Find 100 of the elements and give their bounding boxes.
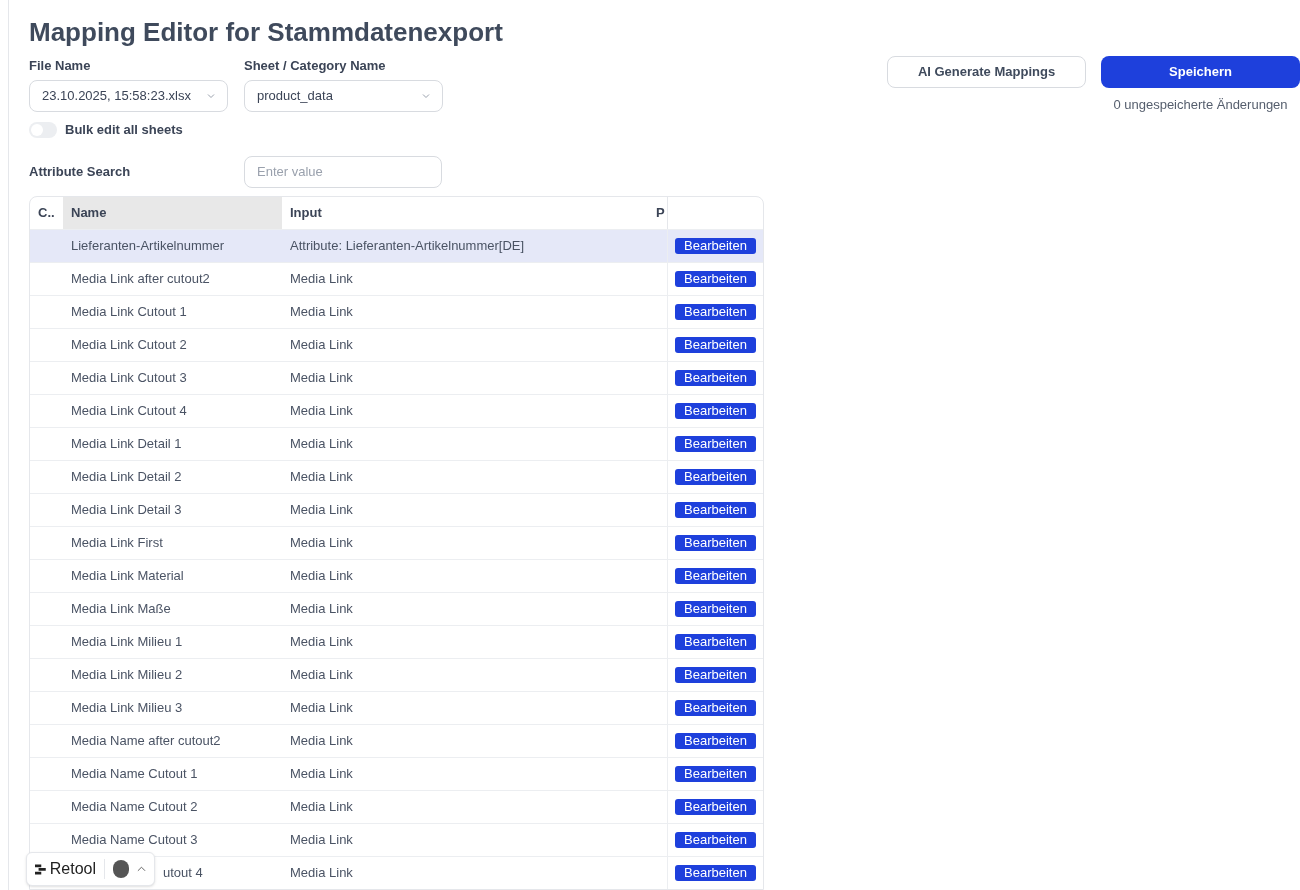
table-cell: Media Link Material	[71, 567, 184, 583]
table-row[interactable]: Media Link Detail 3 Media Link Bearbeiten	[30, 492, 763, 526]
table-cell: Lieferanten-Artikelnummer	[71, 237, 225, 253]
table-cell: Media Link after cutout2	[71, 270, 210, 286]
edit-button[interactable]: Bearbeiten	[675, 633, 756, 650]
table-cell-text: Media Link	[290, 467, 353, 486]
table-row[interactable]: Media Name Cutout 1 Media Link Bearbeiten	[30, 756, 763, 790]
table-cell-text: Media Link	[290, 731, 353, 750]
table-row[interactable]: Media Name Cutout 3 Media Link Bearbeiten	[30, 822, 763, 856]
save-button[interactable]: Speichern	[1101, 56, 1300, 88]
table-cell-text: Media Link	[290, 599, 353, 618]
table-row[interactable]: Media Link Cutout 1 Media Link Bearbeiten	[30, 294, 763, 328]
table-cell-text: Media Link	[290, 632, 353, 651]
search-field[interactable]: Enter value	[244, 155, 442, 188]
table-cell: Media Link Maße	[71, 600, 171, 616]
column-header[interactable]: Name	[63, 196, 282, 229]
column-header[interactable]: Input	[282, 196, 648, 229]
table-row[interactable]: Lieferanten-Artikelnummer Attribute: Lieferanten-Artikelnummer[DE] Bearbeiten	[30, 228, 763, 262]
logo-icon	[35, 863, 46, 875]
edit-button[interactable]: Bearbeiten	[675, 402, 756, 419]
table-cell: Media Name Cutout 3	[71, 831, 198, 847]
table-cell: Media Link Detail 1	[71, 435, 182, 451]
table-row[interactable]: Media Link Milieu 2 Media Link Bearbeiten	[30, 657, 763, 691]
table-cell: Media Link Milieu 2	[71, 666, 183, 682]
edit-button[interactable]: Bearbeiten	[675, 699, 756, 716]
table-row[interactable]: Media Link Cutout 2 Media Link Bearbeiten	[30, 327, 763, 361]
sheet-dropdown[interactable]: product_data	[244, 80, 443, 112]
table-cell: Media Name Cutout 1	[71, 765, 198, 781]
toggle-label: Bulk edit all sheets	[65, 121, 183, 139]
edit-button[interactable]: Bearbeiten	[675, 435, 756, 452]
table-cell: Media Link Cutout 3	[71, 369, 187, 385]
edit-button[interactable]: Bearbeiten	[675, 369, 756, 386]
table-cell: Media Link First	[71, 534, 163, 550]
table-cell-text: Media Link	[290, 764, 353, 783]
table-cell-text: Media Link	[290, 698, 353, 717]
file-name-dropdown[interactable]: 23.10.2025, 15:58:23.xlsx	[29, 80, 228, 112]
edit-button[interactable]: Bearbeiten	[675, 468, 756, 485]
table-row[interactable]: Media Link Maße Media Link Bearbeiten	[30, 591, 763, 625]
table-cell: Media Link Cutout 2	[71, 336, 187, 352]
edit-button[interactable]: Bearbeiten	[675, 765, 756, 782]
field-label: Sheet / Category Name	[244, 57, 387, 75]
table-row[interactable]: Media Link Detail 1 Media Link Bearbeiten	[30, 426, 763, 460]
table-cell-text: Media Link	[290, 533, 353, 552]
avatar-icon	[112, 860, 130, 878]
table-cell: Media Link Cutout 1	[71, 303, 187, 319]
edit-button[interactable]: Bearbeiten	[675, 666, 756, 683]
field-label: Attribute Search	[29, 162, 132, 181]
table-cell-text: Media Link	[290, 335, 353, 354]
column-header[interactable]: P	[648, 196, 668, 229]
table-cell-text: Media Link	[290, 830, 353, 849]
table-row[interactable]: Media Link after cutout2 Media Link Bearbeiten	[30, 261, 763, 295]
table-row[interactable]: Media Link Detail 2 Media Link Bearbeiten	[30, 459, 763, 493]
edit-button[interactable]: Bearbeiten	[675, 237, 756, 254]
table-cell: utout 4	[163, 864, 203, 880]
table-cell: Media Link Milieu 3	[71, 699, 183, 715]
table-row[interactable]: Media Name after cutout2 Media Link Bearbeiten	[30, 723, 763, 757]
edit-button[interactable]: Bearbeiten	[675, 567, 756, 584]
table-cell-text: Media Link	[290, 434, 353, 453]
table-cell-text: Media Link	[290, 269, 353, 288]
ai-generate-button[interactable]: AI Generate Mappings	[887, 56, 1086, 88]
chevron-icon	[207, 93, 215, 99]
table-row[interactable]: Media Link Cutout 3 Media Link Bearbeiten	[30, 360, 763, 394]
edit-button[interactable]: Bearbeiten	[675, 798, 756, 815]
edit-button[interactable]: Bearbeiten	[675, 336, 756, 353]
edit-button[interactable]: Bearbeiten	[675, 270, 756, 287]
edit-button[interactable]: Bearbeiten	[675, 732, 756, 749]
edit-button[interactable]: Bearbeiten	[675, 501, 756, 518]
unsaved-changes-text: 0 ungespeicherte Änderungen	[1113, 96, 1288, 114]
chevron-icon	[422, 93, 430, 99]
table-row[interactable]: Media Name Cutout 2 Media Link Bearbeiten	[30, 789, 763, 823]
table-cell: Media Name after cutout2	[71, 732, 221, 748]
table-cell-text: Media Link	[290, 863, 353, 882]
table-row[interactable]: Media Link Milieu 3 Media Link Bearbeiten	[30, 690, 763, 724]
table-cell: Media Link Detail 2	[71, 468, 182, 484]
edit-button[interactable]: Bearbeiten	[675, 600, 756, 617]
table-cell-text: Media Link	[290, 665, 353, 684]
table-row[interactable]: Media Link Cutout 4 Media Link Bearbeiten	[30, 393, 763, 427]
edit-button[interactable]: Bearbeiten	[675, 534, 756, 551]
table-cell-text: Media Link	[290, 566, 353, 585]
table-cell: Media Name Cutout 2	[71, 798, 198, 814]
table-cell: Media Link Detail 3	[71, 501, 182, 517]
table-row[interactable]: Media Link Material Media Link Bearbeiten	[30, 558, 763, 592]
table-cell-text: Media Link	[290, 797, 353, 816]
edit-button[interactable]: Bearbeiten	[675, 831, 756, 848]
edit-button[interactable]: Bearbeiten	[675, 303, 756, 320]
table-cell-text: Media Link	[290, 368, 353, 387]
table-cell-text: Media Link	[290, 500, 353, 519]
table-cell-text: Media Link	[290, 302, 353, 321]
edit-button[interactable]: Bearbeiten	[675, 864, 756, 881]
table-cell-text: Media Link	[290, 401, 353, 420]
table-row[interactable]: Media Link First Media Link Bearbeiten	[30, 525, 763, 559]
chevron-up-icon	[137, 866, 146, 872]
field-label: File Name	[29, 57, 92, 75]
retool-menu[interactable]: Retool	[26, 852, 155, 886]
column-header[interactable]: C..	[30, 196, 63, 229]
table-row[interactable]: Media Link Milieu 1 Media Link Bearbeiten	[30, 624, 763, 658]
table-cell: Media Link Milieu 1	[71, 633, 183, 649]
table-cell-text: Attribute: Lieferanten-Artikelnummer[DE]	[290, 236, 525, 255]
table-cell: Media Link Cutout 4	[71, 402, 187, 418]
page-title: Mapping Editor for Stammdatenexport	[29, 16, 504, 49]
